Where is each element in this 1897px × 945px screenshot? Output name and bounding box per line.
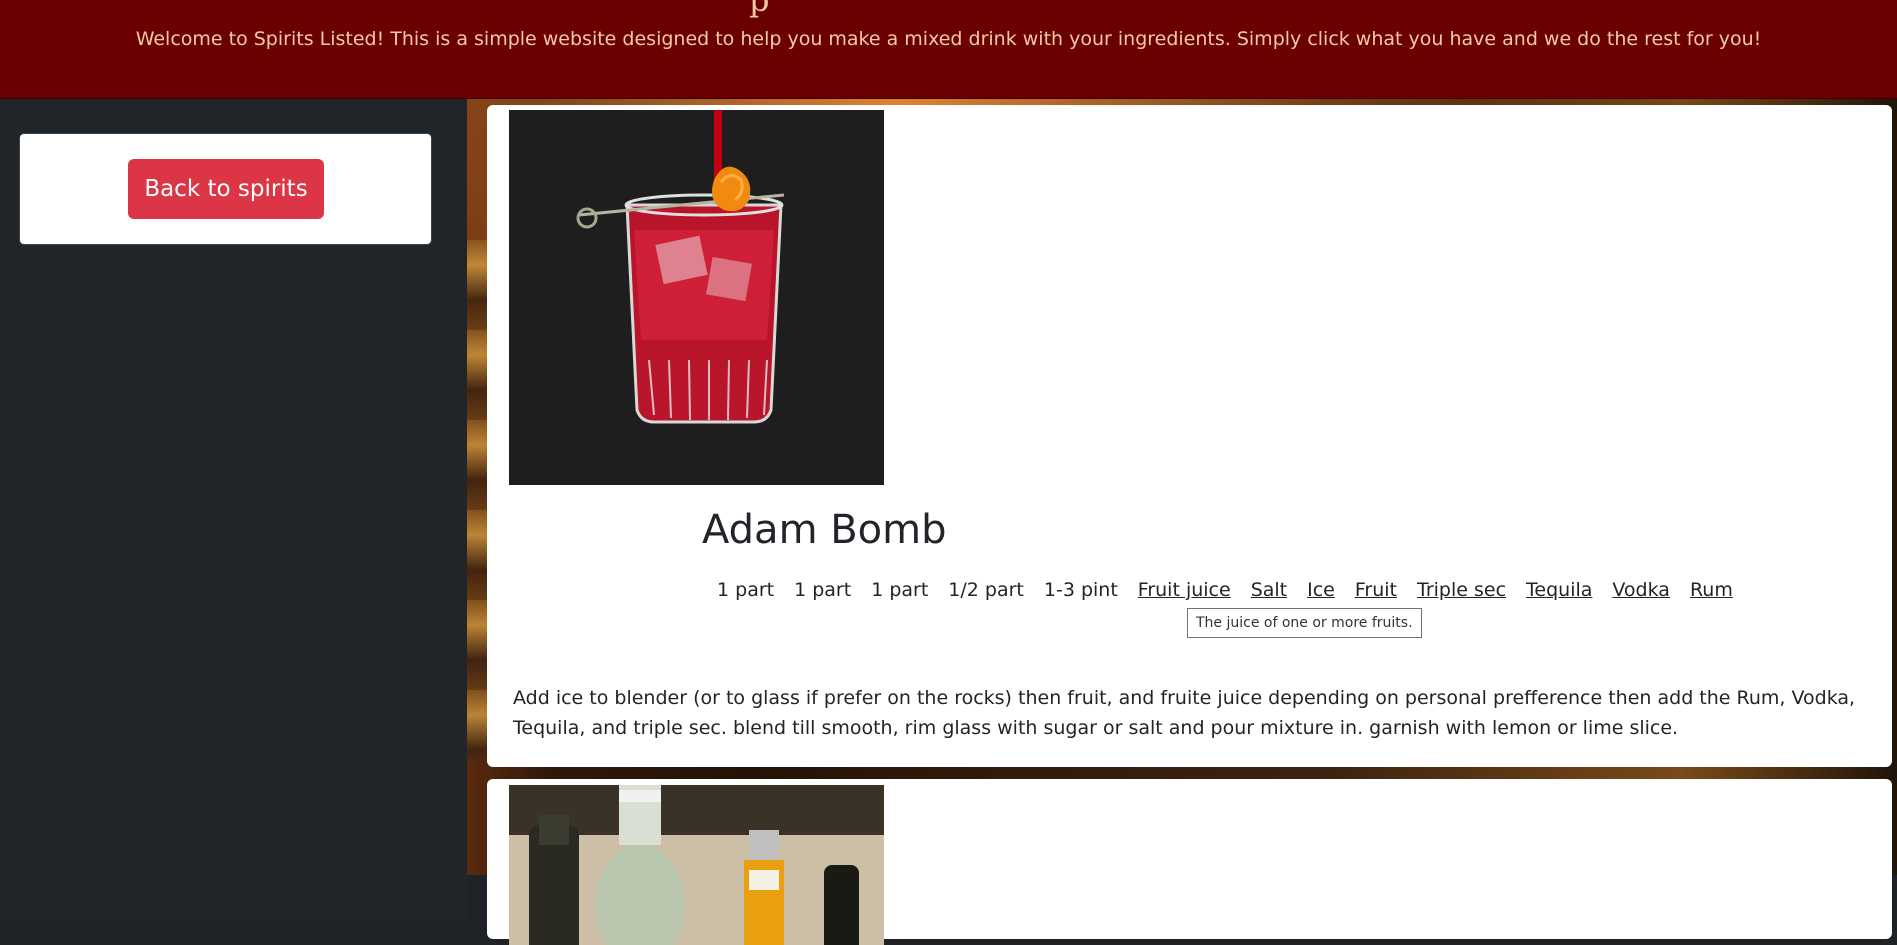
- measure-item: 1/2 part: [948, 579, 1024, 601]
- site-subtitle: Welcome to Spirits Listed! This is a sim…: [135, 28, 1762, 50]
- sidebar-card: Back to spirits: [20, 134, 431, 244]
- drink-card: [487, 779, 1892, 945]
- site-header: p Welcome to Spirits Listed! This is a s…: [0, 0, 1897, 99]
- cocktail-glass-photo-icon: [509, 110, 884, 485]
- lower-background: [467, 875, 487, 921]
- drink-title: Adam Bomb: [702, 507, 947, 553]
- ingredient-link-salt[interactable]: Salt: [1251, 579, 1287, 601]
- liquor-bottles-photo-icon: [509, 785, 884, 945]
- site-title: p: [749, 0, 770, 19]
- measure-item: 1 part: [794, 579, 852, 601]
- drink-instructions: Add ice to blender (or to glass if prefe…: [513, 687, 1856, 739]
- background-bottles: [467, 240, 487, 760]
- ingredient-tooltip: The juice of one or more fruits.: [1187, 608, 1422, 638]
- measure-item: 1-3 pint: [1043, 579, 1118, 601]
- measure-item: 1 part: [871, 579, 929, 601]
- ingredient-link-triple-sec[interactable]: Triple sec: [1417, 579, 1506, 601]
- back-to-spirits-button[interactable]: Back to spirits: [128, 159, 324, 219]
- ingredient-link-vodka[interactable]: Vodka: [1612, 579, 1670, 601]
- ingredient-link-ice[interactable]: Ice: [1307, 579, 1335, 601]
- liquor-bottles-illustration: [509, 785, 884, 945]
- sidebar: Back to spirits: [0, 99, 467, 921]
- ingredient-link-rum[interactable]: Rum: [1690, 579, 1733, 601]
- ingredient-link-tequila[interactable]: Tequila: [1526, 579, 1592, 601]
- measure-item: 1 part: [717, 579, 775, 601]
- cocktail-glass-illustration: [509, 110, 884, 485]
- drink-card: Adam Bomb 1 part 1 part 1 part 1/2 part …: [487, 105, 1892, 767]
- ingredient-list: 1 part 1 part 1 part 1/2 part 1-3 pint F…: [707, 575, 1743, 605]
- ingredient-link-fruit-juice[interactable]: Fruit juice: [1138, 579, 1231, 601]
- ingredient-link-fruit[interactable]: Fruit: [1355, 579, 1397, 601]
